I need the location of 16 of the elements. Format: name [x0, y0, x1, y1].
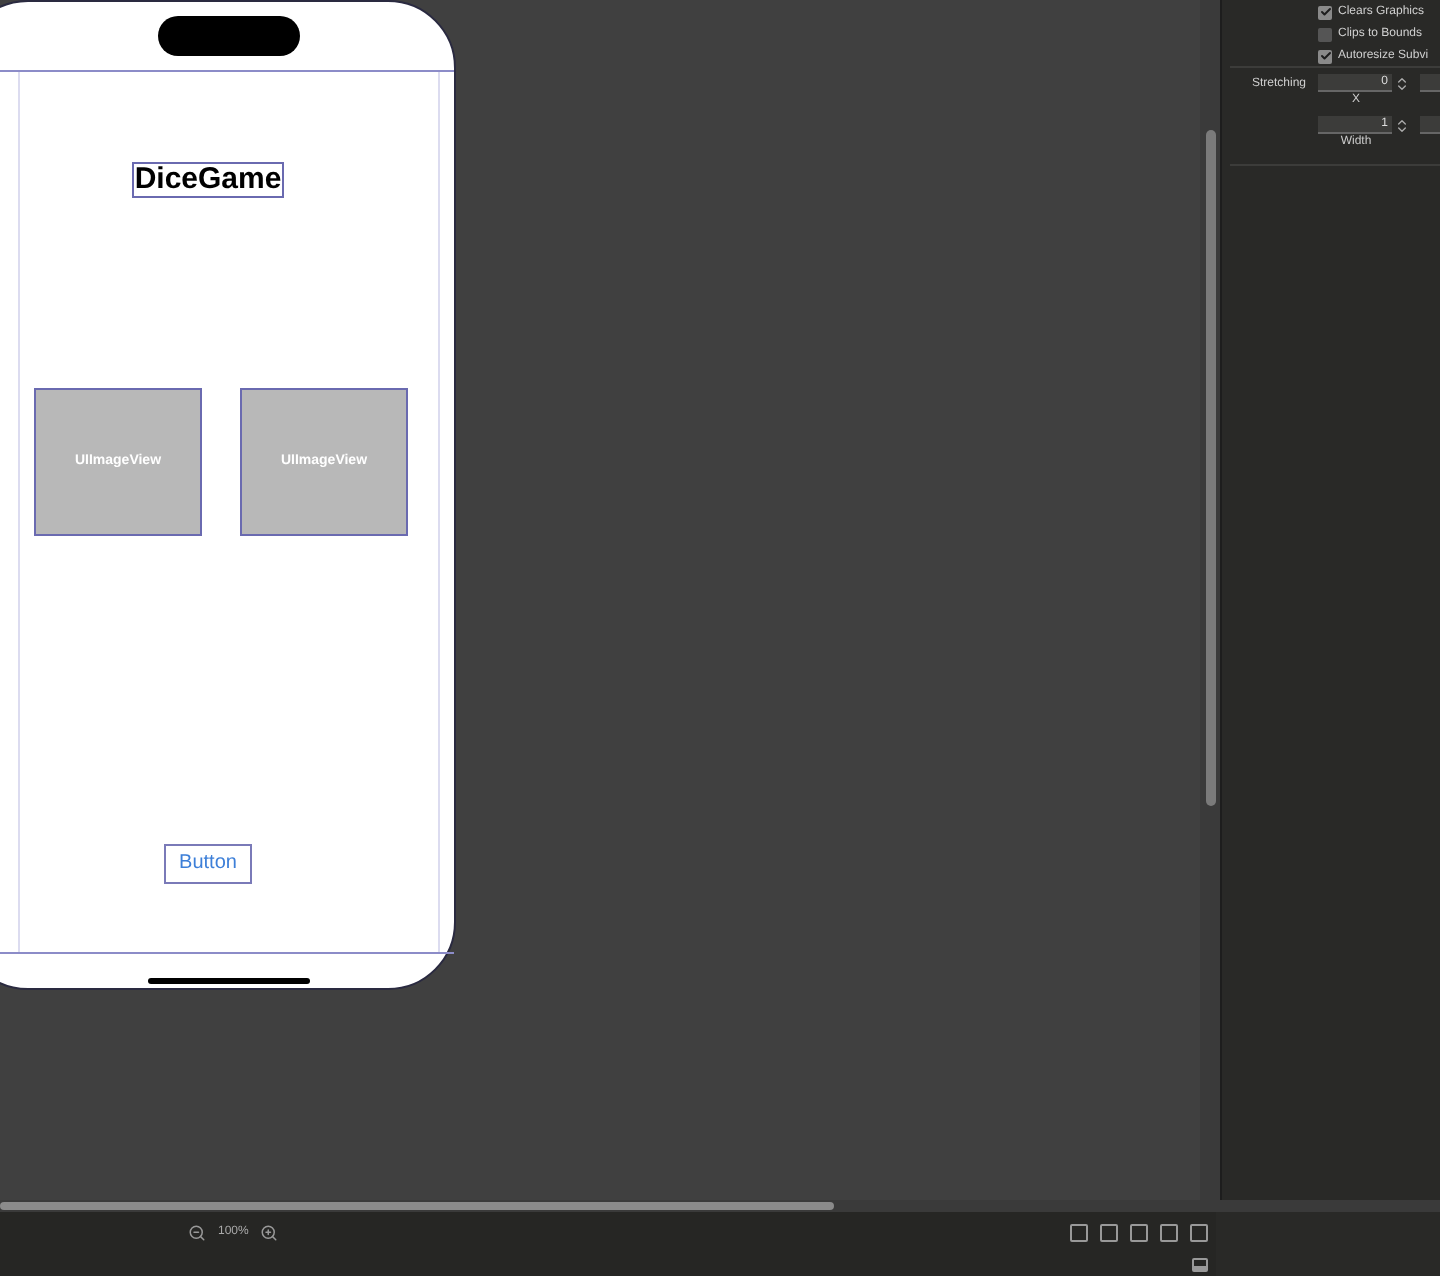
check-icon [1319, 6, 1331, 18]
dynamic-island [158, 16, 300, 56]
checkbox[interactable] [1318, 49, 1332, 63]
checkbox[interactable] [1318, 5, 1332, 19]
button[interactable]: Button [164, 844, 252, 884]
panel-toggle-icon[interactable] [1192, 1257, 1208, 1271]
zoom-out-icon[interactable] [188, 1223, 206, 1241]
zoom-in-icon[interactable] [260, 1223, 279, 1241]
title-label[interactable]: DiceGame [132, 162, 284, 198]
checkbox[interactable] [1318, 27, 1332, 41]
stepper-icon[interactable] [1394, 75, 1410, 91]
horizontal-scrollbar[interactable] [0, 1202, 834, 1210]
check-icon [1319, 50, 1331, 62]
vertical-scrollbar[interactable] [1205, 130, 1215, 806]
stepper-icon[interactable] [1394, 117, 1410, 133]
frame-icon[interactable] [1070, 1223, 1088, 1241]
